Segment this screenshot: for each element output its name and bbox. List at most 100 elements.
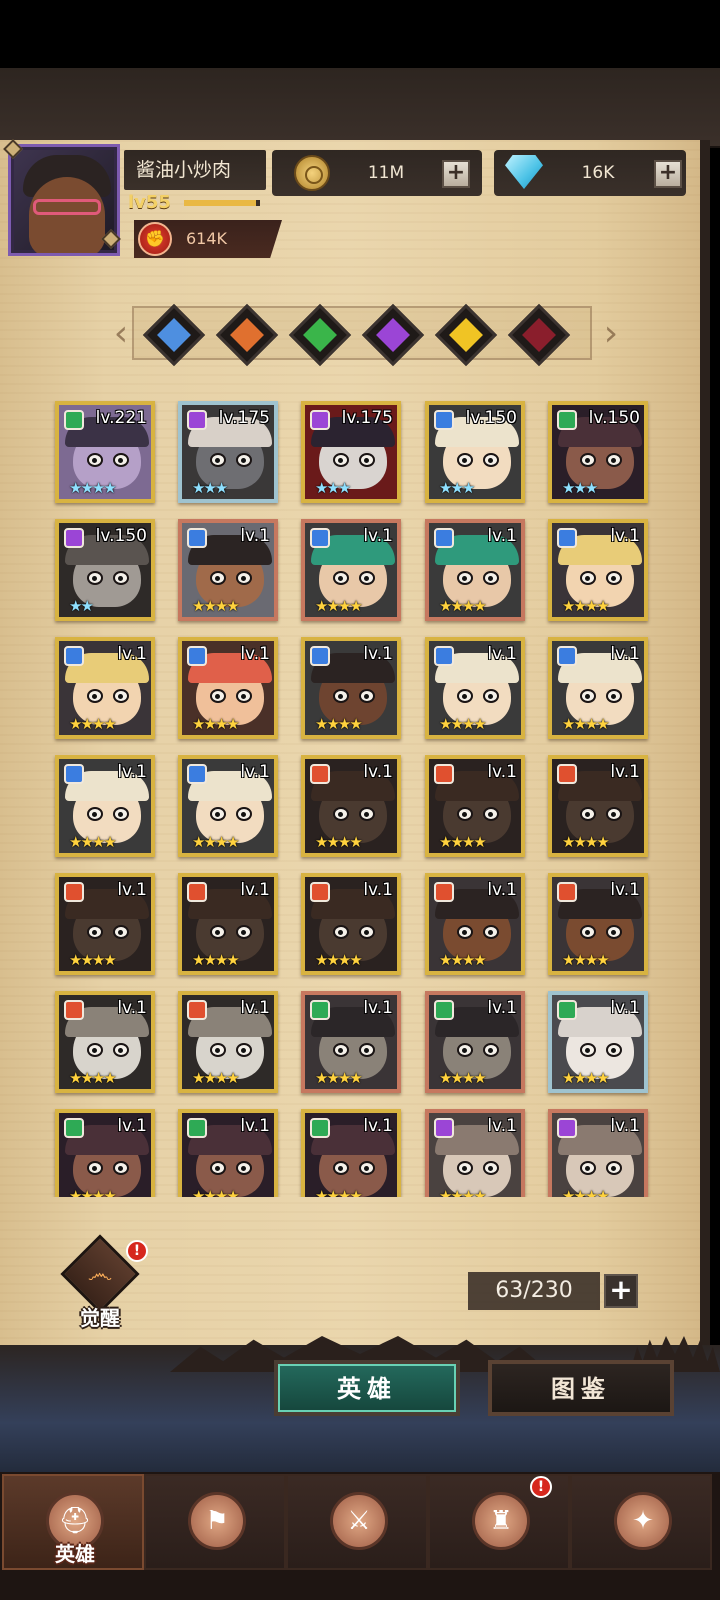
nav-battle[interactable]: ⚔ (286, 1474, 428, 1570)
hero-card[interactable]: lv.1 ★★★★ (178, 873, 278, 975)
filter-next-arrow-icon[interactable]: › (596, 312, 626, 356)
hero-eye (333, 1161, 349, 1175)
hero-eye (87, 925, 103, 939)
hero-card[interactable]: lv.175 ★★★ (301, 401, 401, 503)
hero-eye (236, 807, 252, 821)
hero-star-rating: ★★★ (562, 479, 598, 497)
hero-card[interactable]: lv.1 ★★★★ (548, 873, 648, 975)
hero-card[interactable]: lv.1 ★★★★ (301, 1109, 401, 1197)
hero-card[interactable]: lv.1 ★★★★ (425, 637, 525, 739)
hero-card[interactable]: lv.1 ★★★★ (55, 873, 155, 975)
faction-badge-icon (310, 1000, 330, 1020)
hero-card[interactable]: lv.1 ★★★★ (178, 1109, 278, 1197)
hero-card[interactable]: lv.1 ★★★★ (301, 637, 401, 739)
tab-heroes[interactable]: 英雄 (274, 1360, 460, 1416)
hero-card[interactable]: lv.1 ★★★★ (55, 1109, 155, 1197)
hero-star-rating: ★★★★ (69, 1069, 117, 1087)
nav-heroes[interactable]: ⛑ 英雄 (2, 1474, 144, 1570)
hero-pupil (364, 576, 369, 581)
hero-pupil (215, 458, 220, 463)
hero-card[interactable]: lv.175 ★★★ (178, 401, 278, 503)
hero-card[interactable]: lv.1 ★★★★ (425, 519, 525, 621)
hero-pupil (215, 576, 220, 581)
hero-card[interactable]: lv.1 ★★★★ (425, 1109, 525, 1197)
hero-card[interactable]: lv.1 ★★★★ (548, 991, 648, 1093)
filter-green-icon[interactable] (288, 303, 352, 367)
filter-purple-icon[interactable] (361, 303, 425, 367)
hero-star-rating: ★★★★ (562, 597, 610, 615)
hero-eye (87, 1043, 103, 1057)
hero-card[interactable]: lv.1 ★★★★ (425, 873, 525, 975)
hero-eye (236, 571, 252, 585)
hero-eye (113, 689, 129, 703)
faction-badge-icon (64, 1000, 84, 1020)
hero-card[interactable]: lv.1 ★★★★ (178, 519, 278, 621)
hero-star-rating: ★★ (69, 597, 94, 615)
nav-castle[interactable]: ♜! (428, 1474, 570, 1570)
hero-pupil (215, 694, 220, 699)
hero-eye (359, 925, 375, 939)
filter-red-icon[interactable] (507, 303, 571, 367)
hero-card[interactable]: lv.1 ★★★★ (425, 991, 525, 1093)
hero-pupil (488, 930, 493, 935)
player-name[interactable]: 酱油小炒肉 (124, 150, 266, 190)
hero-pupil (118, 1048, 123, 1053)
awaken-button[interactable]: ෴ 觉醒 ! (60, 1234, 148, 1332)
hero-pupil (118, 812, 123, 817)
add-gems-button[interactable]: + (654, 160, 682, 188)
hero-card[interactable]: lv.1 ★★★★ (178, 637, 278, 739)
filter-yellow-icon[interactable] (434, 303, 498, 367)
status-bar (0, 0, 720, 68)
hero-card[interactable]: lv.1 ★★★★ (425, 755, 525, 857)
hero-eye (359, 1161, 375, 1175)
hero-pupil (585, 576, 590, 581)
hero-card[interactable]: lv.1 ★★★★ (55, 637, 155, 739)
gold-coin-icon (294, 155, 330, 191)
flag-icon: ⚑ (188, 1492, 246, 1550)
hero-card[interactable]: lv.1 ★★★★ (548, 519, 648, 621)
hero-card[interactable]: lv.150 ★★ (55, 519, 155, 621)
hero-pupil (338, 1048, 343, 1053)
hero-star-rating: ★★★★ (315, 715, 363, 733)
hero-star-rating: ★★★★ (315, 1069, 363, 1087)
tab-codex[interactable]: 图鉴 (488, 1360, 674, 1416)
add-gold-button[interactable]: + (442, 160, 470, 188)
faction-badge-icon (557, 1000, 577, 1020)
hero-pupil (92, 458, 97, 463)
hero-star-rating: ★★★★ (69, 479, 117, 497)
hero-card[interactable]: lv.1 ★★★★ (301, 991, 401, 1093)
hero-grid[interactable]: lv.221 ★★★★ lv.175 ★★★ lv.175 ★★★ lv.150 ★★★ lv.… (0, 400, 710, 1197)
hero-card[interactable]: lv.150 ★★★ (425, 401, 525, 503)
hero-card[interactable]: lv.221 ★★★★ (55, 401, 155, 503)
faction-badge-icon (434, 764, 454, 784)
filter-blue-icon[interactable] (142, 303, 206, 367)
nav-label: 英雄 (55, 1542, 95, 1566)
faction-badge-icon (64, 1118, 84, 1138)
hero-card[interactable]: lv.1 ★★★★ (55, 991, 155, 1093)
hero-eye (333, 689, 349, 703)
gem-value: 16K (581, 163, 615, 183)
hero-card[interactable]: lv.1 ★★★★ (178, 991, 278, 1093)
nav-guild[interactable]: ✦ (570, 1474, 712, 1570)
hero-card[interactable]: lv.1 ★★★★ (548, 637, 648, 739)
hero-level: lv.1 (363, 526, 393, 546)
filter-prev-arrow-icon[interactable]: ‹ (106, 312, 136, 356)
hero-eye (333, 1043, 349, 1057)
hero-pupil (92, 1166, 97, 1171)
hero-card[interactable]: lv.1 ★★★★ (301, 755, 401, 857)
hero-level: lv.1 (363, 1116, 393, 1136)
hero-card[interactable]: lv.1 ★★★★ (301, 519, 401, 621)
nav-adventure[interactable]: ⚑ (144, 1474, 286, 1570)
hero-eye (236, 453, 252, 467)
hero-card[interactable]: lv.1 ★★★★ (55, 755, 155, 857)
hero-card[interactable]: lv.1 ★★★★ (548, 755, 648, 857)
hero-eye (457, 689, 473, 703)
hero-level: lv.1 (610, 762, 640, 782)
filter-orange-icon[interactable] (215, 303, 279, 367)
expand-capacity-button[interactable]: + (604, 1274, 638, 1308)
hero-pupil (462, 458, 467, 463)
hero-card[interactable]: lv.150 ★★★ (548, 401, 648, 503)
hero-card[interactable]: lv.1 ★★★★ (301, 873, 401, 975)
hero-card[interactable]: lv.1 ★★★★ (548, 1109, 648, 1197)
hero-card[interactable]: lv.1 ★★★★ (178, 755, 278, 857)
